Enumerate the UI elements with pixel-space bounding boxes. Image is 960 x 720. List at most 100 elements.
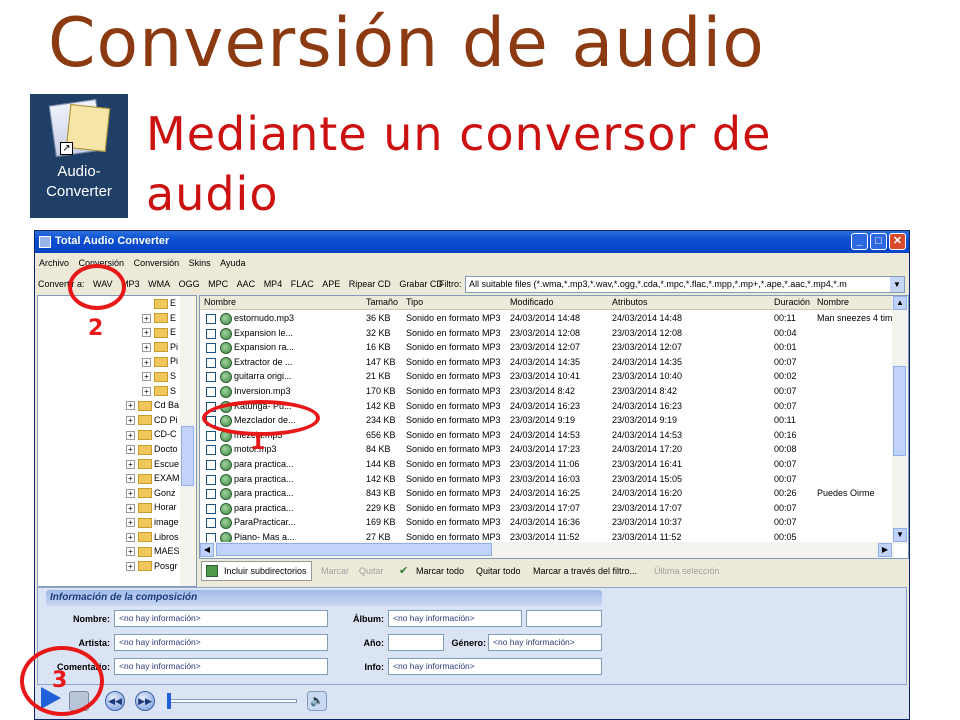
- tree-scrollbar[interactable]: [180, 296, 196, 586]
- row-checkbox[interactable]: [206, 387, 216, 397]
- tree-item[interactable]: + EXAM: [126, 473, 180, 488]
- scroll-thumb[interactable]: [181, 426, 194, 486]
- year-field[interactable]: [388, 634, 444, 651]
- row-checkbox[interactable]: [206, 474, 216, 485]
- file-row[interactable]: Expansion le... 32 KB Sonido en formato MP…: [200, 327, 900, 342]
- name-field[interactable]: <no hay información>: [114, 610, 328, 627]
- format-flac-button[interactable]: FLAC: [288, 275, 317, 289]
- format-mpc-button[interactable]: MPC: [205, 275, 231, 289]
- format-ogg-button[interactable]: OGG: [176, 275, 203, 289]
- expand-icon[interactable]: +: [126, 503, 135, 513]
- tree-item[interactable]: + image: [126, 517, 179, 532]
- tree-item[interactable]: + CD-C: [126, 429, 177, 444]
- album-field[interactable]: <no hay información>: [388, 610, 522, 627]
- row-checkbox[interactable]: [206, 518, 216, 529]
- comment-field[interactable]: <no hay información>: [114, 658, 328, 675]
- row-checkbox[interactable]: [206, 357, 216, 368]
- rip-cd-button[interactable]: Ripear CD: [346, 275, 394, 289]
- include-subdirs-button[interactable]: Incluir subdirectorios: [201, 561, 312, 581]
- column-header-name[interactable]: Nombre: [204, 297, 236, 307]
- previous-icon[interactable]: ◀◀: [105, 691, 125, 711]
- column-header-attributes[interactable]: Atributos: [612, 297, 648, 307]
- tree-item[interactable]: + MAES: [126, 546, 180, 561]
- title-bar[interactable]: Total Audio Converter _ □ ✕: [35, 231, 909, 253]
- mark-button[interactable]: Marcar: [321, 566, 349, 576]
- menu-skins[interactable]: Skins: [185, 255, 214, 268]
- audio-converter-shortcut-icon[interactable]: ↗ Audio- Converter: [30, 94, 128, 218]
- expand-icon[interactable]: +: [126, 430, 135, 440]
- column-header-title[interactable]: Nombre: [817, 297, 849, 307]
- file-list-hscroll[interactable]: ◀ ▶: [200, 542, 894, 558]
- expand-icon[interactable]: +: [126, 532, 135, 542]
- expand-icon[interactable]: +: [126, 474, 135, 484]
- column-header-duration[interactable]: Duración: [774, 297, 810, 307]
- expand-icon[interactable]: +: [142, 357, 151, 367]
- expand-icon[interactable]: +: [142, 372, 151, 382]
- expand-icon[interactable]: +: [126, 547, 135, 557]
- menu-archivo[interactable]: Archivo: [35, 255, 72, 268]
- expand-icon[interactable]: +: [126, 518, 135, 528]
- chevron-right-icon[interactable]: ▶: [878, 543, 892, 557]
- genre-field[interactable]: <no hay información>: [488, 634, 602, 651]
- expand-icon[interactable]: +: [142, 342, 151, 352]
- tree-item[interactable]: + Gonz: [126, 488, 176, 503]
- file-row[interactable]: ParaPracticar... 169 KB Sonido en formato …: [200, 516, 900, 531]
- expand-icon[interactable]: +: [126, 445, 135, 455]
- row-checkbox[interactable]: [206, 503, 216, 514]
- expand-icon[interactable]: +: [126, 488, 135, 498]
- minimize-button[interactable]: _: [851, 233, 868, 250]
- chevron-left-icon[interactable]: ◀: [200, 543, 214, 557]
- file-list-vscroll[interactable]: ▲ ▼: [892, 296, 908, 544]
- expand-icon[interactable]: +: [142, 386, 151, 396]
- row-checkbox[interactable]: [206, 489, 216, 500]
- chevron-down-icon[interactable]: ▼: [890, 277, 904, 292]
- format-aac-button[interactable]: AAC: [234, 275, 259, 289]
- tree-item[interactable]: + Escue: [126, 459, 179, 474]
- tree-item[interactable]: + CD Pi: [126, 415, 178, 430]
- file-row[interactable]: mezcla.mp3 656 KB Sonido en formato MP3 24/…: [200, 429, 900, 444]
- scroll-thumb[interactable]: [893, 366, 906, 456]
- file-row[interactable]: Inversion.mp3 170 KB Sonido en formato MP3…: [200, 385, 900, 400]
- chevron-up-icon[interactable]: ▲: [893, 296, 907, 310]
- tree-item[interactable]: + Posgr: [126, 561, 178, 576]
- artist-field[interactable]: <no hay información>: [114, 634, 328, 651]
- file-row[interactable]: guitarra origi... 21 KB Sonido en formato …: [200, 370, 900, 385]
- tree-item[interactable]: + Libros: [126, 532, 179, 547]
- scroll-thumb[interactable]: [216, 543, 492, 556]
- file-row[interactable]: para practica... 142 KB Sonido en formato …: [200, 473, 900, 488]
- tree-item[interactable]: E: [154, 298, 176, 313]
- row-checkbox[interactable]: [206, 328, 216, 339]
- tree-item[interactable]: + S: [142, 371, 176, 386]
- last-selection-button[interactable]: Última selección: [654, 566, 720, 576]
- format-wma-button[interactable]: WMA: [145, 275, 173, 289]
- expand-icon[interactable]: +: [126, 561, 135, 571]
- row-checkbox[interactable]: [206, 445, 216, 456]
- next-icon[interactable]: ▶▶: [135, 691, 155, 711]
- seek-handle[interactable]: [167, 693, 171, 709]
- row-checkbox[interactable]: [206, 314, 216, 324]
- menu-conversion-2[interactable]: Conversión: [130, 255, 183, 268]
- expand-icon[interactable]: +: [126, 401, 135, 411]
- tree-item[interactable]: + E: [142, 327, 176, 342]
- seek-slider[interactable]: [169, 699, 297, 703]
- filter-select[interactable]: All suitable files (*.wma,*.mp3,*.wav,*.…: [465, 276, 905, 293]
- volume-icon[interactable]: 🔈: [307, 691, 327, 711]
- tree-item[interactable]: + E: [142, 313, 176, 328]
- remove-button[interactable]: Quitar: [359, 566, 384, 576]
- column-header-modified[interactable]: Modificado: [510, 297, 554, 307]
- tree-item[interactable]: + Docto: [126, 444, 178, 459]
- file-row[interactable]: Expansion ra... 16 KB Sonido en formato MP…: [200, 341, 900, 356]
- tree-item[interactable]: + Horar: [126, 502, 177, 517]
- remove-all-button[interactable]: Quitar todo: [476, 566, 521, 576]
- row-checkbox[interactable]: [206, 460, 216, 470]
- maximize-button[interactable]: □: [870, 233, 887, 250]
- menu-ayuda[interactable]: Ayuda: [216, 255, 248, 268]
- column-header-size[interactable]: Tamaño: [366, 297, 398, 307]
- row-checkbox[interactable]: [206, 430, 216, 441]
- tree-item[interactable]: + Pi: [142, 356, 178, 371]
- column-header-type[interactable]: Tipo: [406, 297, 423, 307]
- mark-all-button[interactable]: Marcar todo: [416, 566, 464, 576]
- file-row[interactable]: motor.mp3 84 KB Sonido en formato MP3 24/03…: [200, 443, 900, 458]
- mark-via-filter-button[interactable]: Marcar a través del filtro...: [533, 566, 637, 576]
- format-ape-button[interactable]: APE: [319, 275, 343, 289]
